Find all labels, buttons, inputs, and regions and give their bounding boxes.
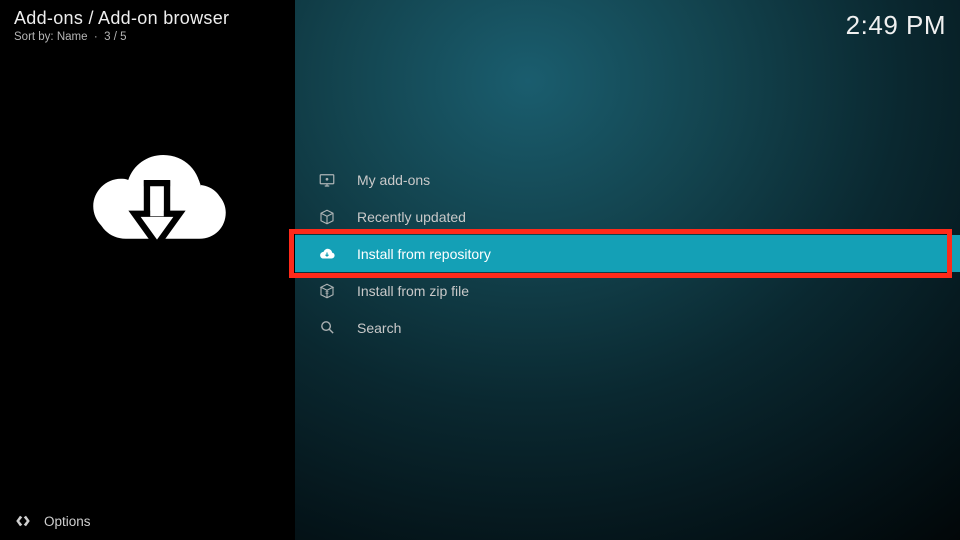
breadcrumb: Add-ons / Add-on browser bbox=[14, 8, 229, 29]
menu-item-search[interactable]: Search bbox=[295, 309, 960, 346]
download-cloud-icon bbox=[72, 120, 242, 290]
menu-item-install-from-repository[interactable]: Install from repository bbox=[295, 235, 960, 272]
menu-item-my-addons[interactable]: My add-ons bbox=[295, 161, 960, 198]
main-content: My add-ons Recently updated Install from… bbox=[295, 0, 960, 540]
menu-item-label: Install from repository bbox=[357, 246, 491, 262]
menu-item-label: My add-ons bbox=[357, 172, 430, 188]
options-button[interactable]: Options bbox=[14, 512, 91, 530]
menu-item-label: Search bbox=[357, 320, 401, 336]
menu-item-label: Recently updated bbox=[357, 209, 466, 225]
menu-item-recently-updated[interactable]: Recently updated bbox=[295, 198, 960, 235]
zip-icon bbox=[317, 281, 337, 301]
monitor-icon bbox=[317, 170, 337, 190]
sidebar: Options bbox=[0, 0, 295, 540]
options-icon bbox=[14, 512, 32, 530]
download-cloud-icon bbox=[317, 244, 337, 264]
box-icon bbox=[317, 207, 337, 227]
menu-item-install-from-zip[interactable]: Install from zip file bbox=[295, 272, 960, 309]
menu-item-label: Install from zip file bbox=[357, 283, 469, 299]
addon-browser-menu: My add-ons Recently updated Install from… bbox=[295, 161, 960, 346]
options-label: Options bbox=[44, 514, 91, 529]
search-icon bbox=[317, 318, 337, 338]
sort-info: Sort by: Name · 3 / 5 bbox=[14, 31, 229, 43]
